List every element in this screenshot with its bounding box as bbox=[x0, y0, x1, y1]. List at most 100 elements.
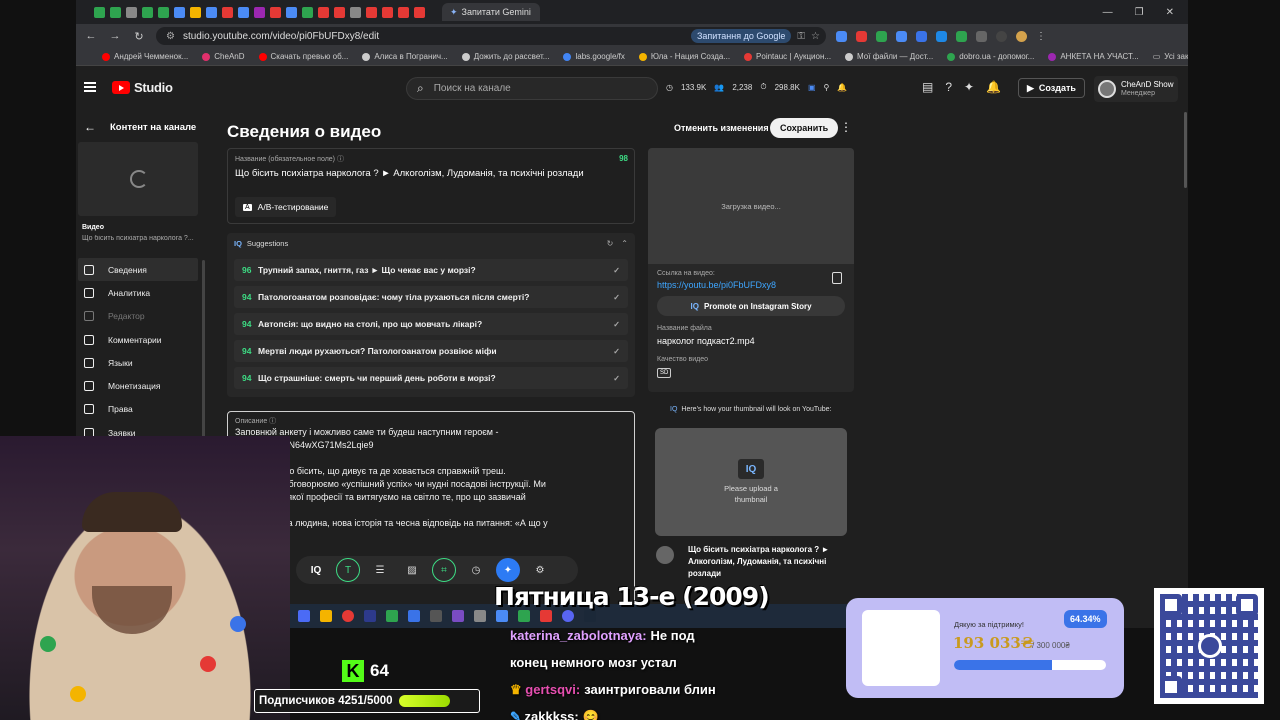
translate-chip[interactable]: Запитання до Google bbox=[690, 29, 792, 43]
tab-favicon[interactable] bbox=[222, 6, 233, 18]
pin-icon[interactable]: ⚲ bbox=[824, 83, 830, 92]
tab-favicon[interactable] bbox=[350, 6, 361, 18]
iq-icon[interactable]: IQ bbox=[304, 558, 328, 582]
taskbar-app-icon[interactable] bbox=[298, 610, 310, 622]
close-icon[interactable]: ✕ bbox=[1166, 7, 1174, 18]
video-preview[interactable]: Загрузка видео... bbox=[648, 148, 854, 264]
steam-icon[interactable] bbox=[584, 610, 596, 622]
bookmark-item[interactable]: Андрей Чемменок... bbox=[102, 52, 188, 61]
image-icon[interactable]: ▨ bbox=[400, 558, 424, 582]
bookmark-item[interactable]: dobro.ua - допомог... bbox=[947, 52, 1034, 61]
taskbar-app-icon[interactable] bbox=[386, 610, 398, 622]
refresh-icon[interactable]: ↻ bbox=[607, 239, 614, 248]
search-input[interactable]: ⌕ Поиск на канале bbox=[406, 77, 658, 100]
tab-favicon[interactable] bbox=[254, 6, 265, 18]
bookmark-item[interactable]: Скачать превью об... bbox=[258, 52, 348, 61]
tab-favicon[interactable] bbox=[334, 6, 345, 18]
iq-icon[interactable]: ▣ bbox=[808, 83, 816, 92]
tag-icon[interactable]: ⌗ bbox=[432, 558, 456, 582]
bookmark-item[interactable]: АНКЕТА НА УЧАСТ... bbox=[1048, 52, 1139, 61]
restore-icon[interactable]: ❐ bbox=[1135, 7, 1144, 18]
menu-icon[interactable] bbox=[84, 82, 96, 92]
extension-icon[interactable] bbox=[896, 30, 907, 42]
tab-favicon[interactable] bbox=[94, 6, 105, 18]
tab-favicon[interactable] bbox=[414, 6, 425, 18]
tab-favicon[interactable] bbox=[238, 6, 249, 18]
check-icon[interactable]: ✓ bbox=[613, 266, 620, 275]
bookmark-item[interactable]: CheAnD bbox=[202, 52, 245, 61]
star-icon[interactable]: ☆ bbox=[811, 31, 820, 42]
chevron-up-icon[interactable]: ⌃ bbox=[621, 239, 628, 248]
bookmark-item[interactable]: Pointauc | Аукцион... bbox=[744, 52, 831, 61]
bookmark-item[interactable]: Мої файли — Дост... bbox=[845, 52, 933, 61]
more-icon[interactable]: ⋮ bbox=[1036, 31, 1046, 42]
tab-favicon[interactable] bbox=[174, 6, 185, 18]
undo-changes-button[interactable]: Отменить изменения bbox=[666, 118, 777, 138]
video-link[interactable]: https://youtu.be/pi0FbUFDxy8 bbox=[657, 280, 776, 290]
suggestion-item[interactable]: 94 Автопсія: що видно на столі, про що мо… bbox=[234, 313, 628, 335]
suggestion-item[interactable]: 94 Патологоанатом розповідає: чому тіла р… bbox=[234, 286, 628, 308]
tab-favicon[interactable] bbox=[110, 6, 121, 18]
help-icon[interactable]: ? bbox=[945, 80, 952, 94]
extension-icon[interactable] bbox=[956, 30, 967, 42]
bookmark-item[interactable]: Дожить до рассвет... bbox=[461, 52, 549, 61]
subtitles-icon[interactable]: ▤ bbox=[922, 80, 933, 94]
bookmark-item[interactable]: Алиса в Погранич... bbox=[362, 52, 448, 61]
taskbar-app-icon[interactable] bbox=[518, 610, 530, 622]
taskbar-app-icon[interactable] bbox=[408, 610, 420, 622]
page-scrollbar[interactable] bbox=[1184, 112, 1187, 188]
sidebar-item-languages[interactable]: Языки bbox=[78, 351, 198, 374]
tab-favicon[interactable] bbox=[398, 6, 409, 18]
tab-favicon[interactable] bbox=[206, 6, 217, 18]
sparkle-icon[interactable]: ✦ bbox=[964, 80, 974, 94]
gear-icon[interactable]: ⚙ bbox=[528, 558, 552, 582]
photoshop-icon[interactable] bbox=[364, 610, 376, 622]
taskbar-app-icon[interactable] bbox=[540, 610, 552, 622]
site-info-icon[interactable]: ⚙ bbox=[166, 31, 175, 42]
taskbar-app-icon[interactable] bbox=[430, 610, 442, 622]
tab-favicon[interactable] bbox=[270, 6, 281, 18]
suggestion-item[interactable]: 94 Мертві люди рухаються? Патологоанатом … bbox=[234, 340, 628, 362]
sidebar-item-rights[interactable]: Права bbox=[78, 398, 198, 421]
tab-favicon[interactable] bbox=[318, 6, 329, 18]
clock-icon[interactable]: ◷ bbox=[464, 558, 488, 582]
bell-small-icon[interactable]: 🔔 bbox=[837, 83, 847, 92]
extension-icon[interactable] bbox=[916, 30, 927, 42]
reload-icon[interactable]: ↻ bbox=[132, 30, 146, 43]
copy-icon[interactable] bbox=[832, 272, 842, 284]
extension-icon[interactable] bbox=[876, 30, 887, 42]
suggestion-item[interactable]: 94 Що страшніше: смерть чи перший день ро… bbox=[234, 367, 628, 389]
sidebar-item-analytics[interactable]: Аналитика bbox=[78, 281, 198, 304]
tab-favicon[interactable] bbox=[126, 6, 137, 18]
video-thumbnail[interactable] bbox=[78, 142, 198, 216]
check-icon[interactable]: ✓ bbox=[613, 374, 620, 383]
title-field[interactable]: Название (обязательное поле) ⓘ Що бісить… bbox=[227, 148, 635, 224]
back-to-content[interactable]: ← Контент на канале bbox=[84, 120, 196, 134]
promote-instagram-button[interactable]: IQ Promote on Instagram Story bbox=[657, 296, 845, 316]
sidebar-item-details[interactable]: Сведения bbox=[78, 258, 198, 282]
tab-active[interactable]: ✦ Запитати Gemini bbox=[442, 3, 540, 21]
studio-logo[interactable]: Studio bbox=[112, 80, 173, 95]
back-icon[interactable]: ← bbox=[84, 30, 98, 42]
forward-icon[interactable]: → bbox=[108, 30, 122, 42]
tab-favicon[interactable] bbox=[190, 6, 201, 18]
channel-switcher[interactable]: CheAnD Show Менеджер bbox=[1094, 76, 1178, 102]
all-bookmarks[interactable]: ▭Усі закладки bbox=[1153, 52, 1188, 61]
title-input-value[interactable]: Що бісить психіатра нарколога ? ► Алкого… bbox=[235, 168, 627, 179]
check-icon[interactable]: ✓ bbox=[613, 293, 620, 302]
puzzle-icon[interactable] bbox=[976, 30, 987, 42]
text-icon[interactable]: T bbox=[336, 558, 360, 582]
extension-icon[interactable] bbox=[836, 30, 847, 42]
url-field[interactable]: ⚙ studio.youtube.com/video/pi0FbUFDxy8/e… bbox=[156, 27, 826, 45]
notifications-icon[interactable]: 🔔 bbox=[986, 80, 1001, 94]
ab-testing-button[interactable]: A A/B-тестирование bbox=[235, 197, 337, 217]
taskbar-app-icon[interactable] bbox=[452, 610, 464, 622]
tab-favicon[interactable] bbox=[286, 6, 297, 18]
tab-favicon[interactable] bbox=[366, 6, 377, 18]
taskbar-app-icon[interactable] bbox=[496, 610, 508, 622]
bookmark-item[interactable]: labs.google/fx bbox=[563, 52, 625, 61]
create-button[interactable]: ▶ Создать bbox=[1018, 78, 1085, 98]
check-icon[interactable]: ✓ bbox=[613, 320, 620, 329]
profile-avatar[interactable] bbox=[1016, 30, 1027, 42]
save-button[interactable]: Сохранить bbox=[770, 118, 839, 138]
